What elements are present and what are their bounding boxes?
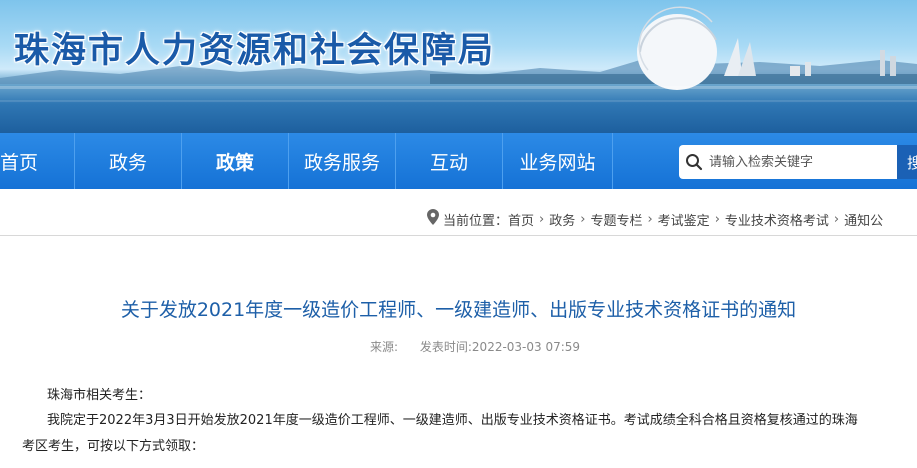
breadcrumb-professional-exam[interactable]: 专业技术资格考试: [725, 210, 829, 229]
breadcrumb-bar: 当前位置： 首页 › 政务 › 专题专栏 › 考试鉴定 › 专业技术资格考试 ›…: [0, 200, 917, 236]
chevron-right-icon: ›: [833, 211, 840, 227]
chevron-right-icon: ›: [647, 211, 653, 227]
chevron-right-icon: ›: [539, 211, 545, 227]
chevron-right-icon: ›: [714, 211, 720, 227]
location-pin-icon: [427, 209, 439, 229]
breadcrumb-prefix: 当前位置：: [443, 213, 509, 229]
article-title: 关于发放2021年度一级造价工程师、一级建造师、出版专业技术资格证书的通知: [120, 299, 797, 321]
header-banner: 珠海市人力资源和社会保障局: [0, 0, 917, 133]
article-publish-time: 发表时间:2022-03-03 07:59: [419, 340, 581, 354]
search-input[interactable]: [709, 147, 889, 177]
site-title: 珠海市人力资源和社会保障局: [14, 31, 496, 71]
article-meta: 来源: 发表时间:2022-03-03 07:59: [370, 338, 598, 355]
article-paragraph: 我院定于2022年3月3日开始发放2021年度一级造价工程师、一级建造师、出版专…: [47, 413, 858, 428]
article-paragraph-continued: 考区考生，可按以下方式领取：: [22, 439, 205, 454]
breadcrumb-home[interactable]: 首页: [508, 210, 534, 229]
chevron-right-icon: ›: [580, 211, 586, 227]
article-source: 来源:: [370, 340, 399, 354]
nav-item-home[interactable]: 首页: [0, 133, 75, 189]
breadcrumb-exam-assessment[interactable]: 考试鉴定: [658, 210, 710, 229]
article-greeting: 珠海市相关考生：: [47, 388, 152, 403]
breadcrumb-special-topics[interactable]: 专题专栏: [590, 210, 642, 229]
search-button[interactable]: 搜: [897, 145, 917, 179]
search-icon: [679, 145, 709, 179]
nav-item-government[interactable]: 政务: [75, 133, 182, 189]
breadcrumb-notices[interactable]: 通知公: [844, 210, 883, 229]
nav-item-business-sites[interactable]: 业务网站: [503, 133, 613, 189]
breadcrumb-government[interactable]: 政务: [549, 210, 575, 229]
nav-item-policy[interactable]: 政策: [182, 133, 289, 189]
search-box: [679, 145, 897, 179]
breadcrumb: 当前位置： 首页 › 政务 › 专题专栏 › 考试鉴定 › 专业技术资格考试 ›…: [427, 209, 883, 229]
nav-item-services[interactable]: 政务服务: [289, 133, 396, 189]
nav-item-interaction[interactable]: 互动: [396, 133, 503, 189]
